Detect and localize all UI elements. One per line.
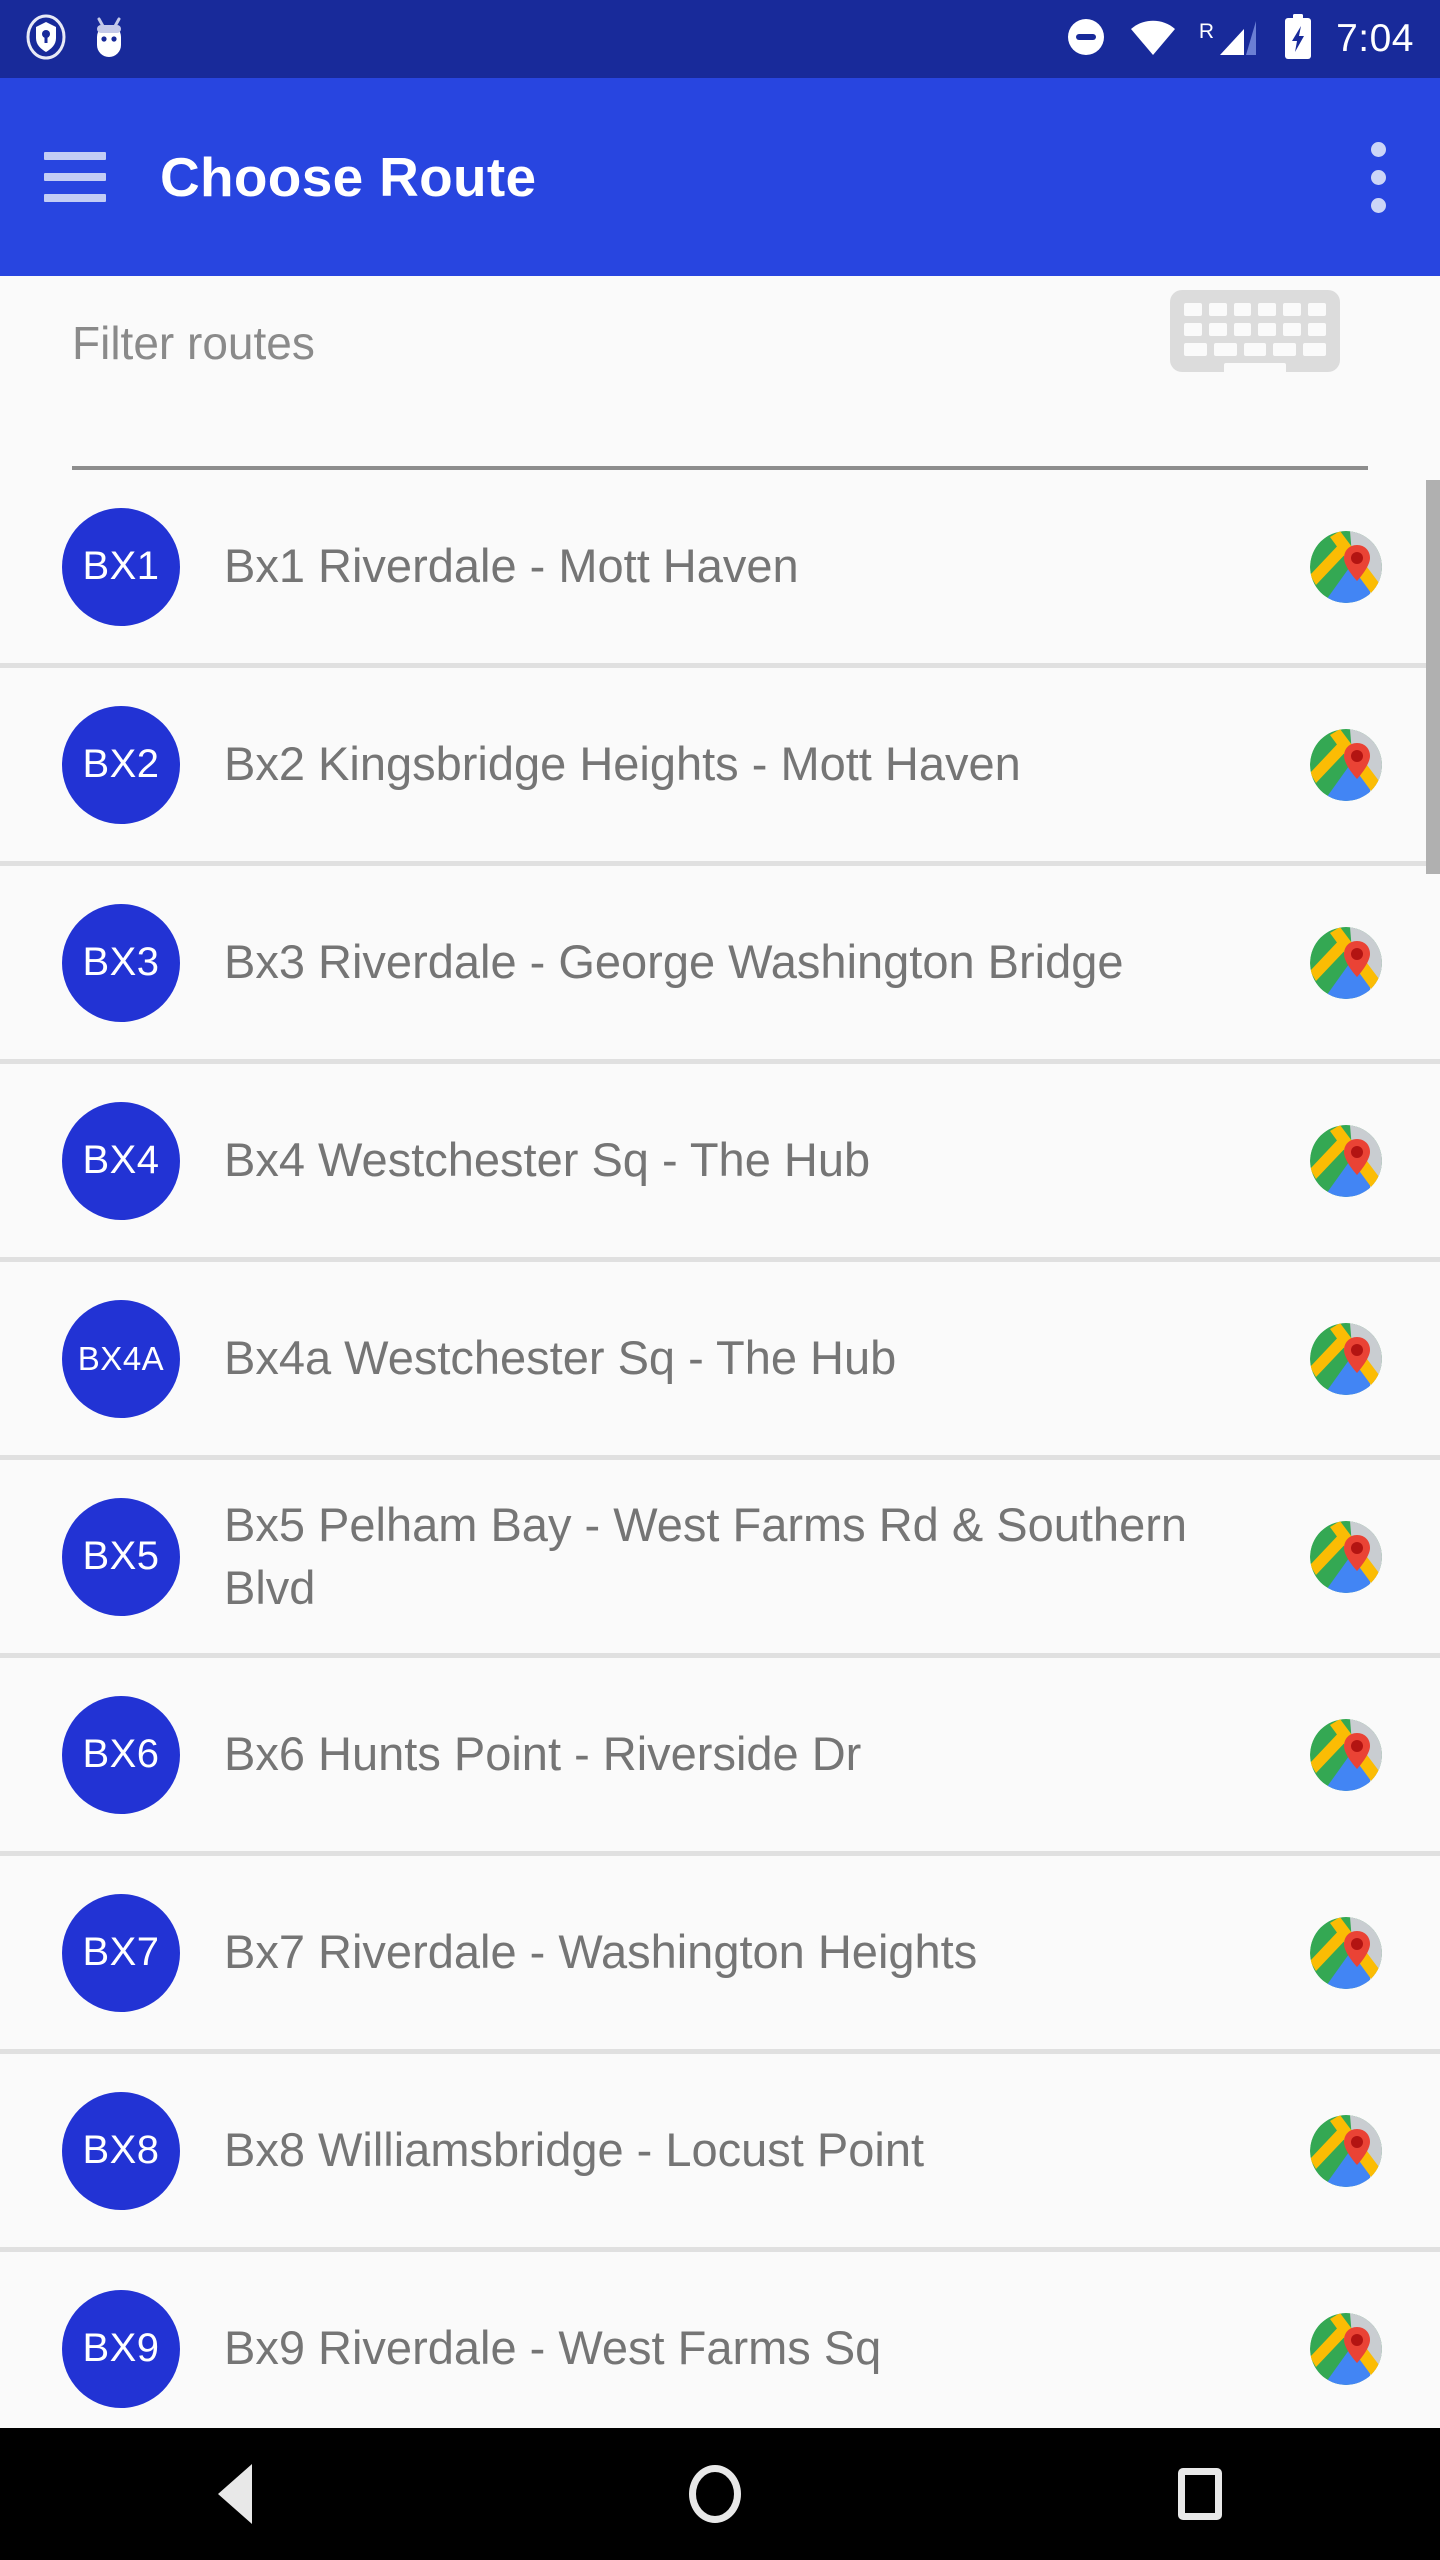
page-title: Choose Route: [160, 146, 537, 208]
google-maps-icon[interactable]: [1310, 1322, 1382, 1395]
route-name-label: Bx4 Westchester Sq - The Hub: [224, 1133, 871, 1187]
route-code-badge: BX8: [62, 2091, 180, 2210]
route-name-label: Bx6 Hunts Point - Riverside Dr: [224, 1727, 862, 1781]
status-bar-left-icons: [26, 13, 130, 66]
route-name-label: Bx1 Riverdale - Mott Haven: [224, 539, 799, 593]
route-name-label: Bx7 Riverdale - Washington Heights: [224, 1925, 978, 1979]
route-code-badge: BX5: [62, 1497, 180, 1616]
route-name-label: Bx3 Riverdale - George Washington Bridge: [224, 935, 1124, 989]
status-bar-clock: 7:04: [1336, 17, 1414, 60]
route-list-item[interactable]: BX9 Bx9 Riverdale - West Farms Sq: [0, 2252, 1440, 2450]
roaming-signal-icon: R: [1199, 19, 1260, 59]
route-list-item[interactable]: BX1 Bx1 Riverdale - Mott Haven: [0, 470, 1440, 668]
google-maps-icon[interactable]: [1310, 530, 1382, 603]
google-maps-icon[interactable]: [1310, 1124, 1382, 1197]
route-list-item[interactable]: BX6 Bx6 Hunts Point - Riverside Dr: [0, 1658, 1440, 1856]
route-name-label: Bx8 Williamsbridge - Locust Point: [224, 2123, 925, 2177]
back-button-icon[interactable]: [218, 2464, 253, 2524]
google-maps-icon[interactable]: [1310, 1520, 1382, 1593]
route-code-badge: BX2: [62, 705, 180, 824]
route-code-badge: BX4A: [62, 1299, 180, 1418]
google-maps-icon[interactable]: [1310, 2114, 1382, 2187]
do-not-disturb-icon: [1065, 16, 1107, 63]
google-maps-icon[interactable]: [1310, 926, 1382, 999]
android-head-icon: [88, 13, 130, 66]
route-name-label: Bx9 Riverdale - West Farms Sq: [224, 2321, 882, 2375]
battery-charging-icon: [1282, 13, 1314, 65]
status-bar-right-icons: R 7:04: [1065, 13, 1414, 65]
route-list-item[interactable]: BX4A Bx4a Westchester Sq - The Hub: [0, 1262, 1440, 1460]
route-list-item[interactable]: BX2 Bx2 Kingsbridge Heights - Mott Haven: [0, 668, 1440, 866]
shield-vpn-icon: [26, 14, 66, 65]
route-code-badge: BX7: [62, 1893, 180, 2012]
route-list-item[interactable]: BX3 Bx3 Riverdale - George Washington Bri…: [0, 866, 1440, 1064]
route-name-label: Bx5 Pelham Bay - West Farms Rd & Souther…: [224, 1497, 1187, 1614]
route-code-badge: BX1: [62, 507, 180, 626]
google-maps-icon[interactable]: [1310, 728, 1382, 801]
route-list[interactable]: BX1 Bx1 Riverdale - Mott Haven BX2 Bx2 King…: [0, 470, 1440, 2496]
system-navigation-bar: [0, 2428, 1440, 2560]
wifi-icon: [1129, 17, 1177, 62]
hamburger-menu-icon[interactable]: [44, 152, 106, 202]
google-maps-icon[interactable]: [1310, 1718, 1382, 1791]
route-code-badge: BX6: [62, 1695, 180, 1814]
google-maps-icon[interactable]: [1310, 2312, 1382, 2385]
route-code-badge: BX9: [62, 2289, 180, 2408]
route-code-badge: BX3: [62, 903, 180, 1022]
status-bar: R 7:04: [0, 0, 1440, 78]
filter-section: [0, 276, 1440, 466]
route-list-item[interactable]: BX8 Bx8 Williamsbridge - Locust Point: [0, 2054, 1440, 2252]
keyboard-toggle-icon[interactable]: [1170, 290, 1340, 376]
route-name-label: Bx4a Westchester Sq - The Hub: [224, 1331, 897, 1385]
route-list-item[interactable]: BX7 Bx7 Riverdale - Washington Heights: [0, 1856, 1440, 2054]
overflow-menu-icon[interactable]: [1361, 132, 1396, 223]
google-maps-icon[interactable]: [1310, 1916, 1382, 1989]
home-button-icon[interactable]: [688, 2465, 741, 2523]
app-bar: Choose Route: [0, 78, 1440, 276]
route-name-label: Bx2 Kingsbridge Heights - Mott Haven: [224, 737, 1021, 791]
route-code-badge: BX4: [62, 1101, 180, 1220]
recents-button-icon[interactable]: [1177, 2468, 1222, 2520]
route-list-item[interactable]: BX5 Bx5 Pelham Bay - West Farms Rd & Sout…: [0, 1460, 1440, 1658]
route-list-item[interactable]: BX4 Bx4 Westchester Sq - The Hub: [0, 1064, 1440, 1262]
phone-screen: R 7:04 Choose Route Filter routes BX1 Bx…: [0, 0, 1440, 2560]
list-scrollbar-thumb[interactable]: [1426, 480, 1440, 874]
